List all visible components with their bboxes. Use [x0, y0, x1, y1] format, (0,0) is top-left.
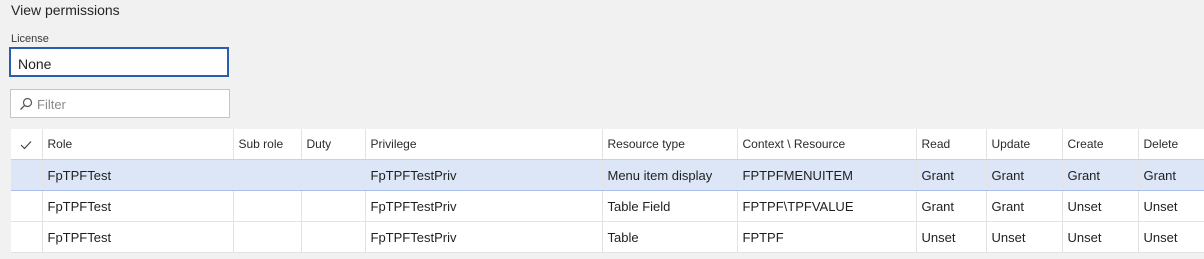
cell-delete: Unset: [1138, 190, 1204, 222]
cell-sub-role: [233, 190, 302, 222]
grid-header-row: Role Sub role Duty Privilege Resource ty…: [11, 129, 1204, 160]
page-title: View permissions: [11, 2, 120, 18]
cell-create: Grant: [1062, 159, 1139, 191]
column-header-role[interactable]: Role: [42, 129, 234, 160]
cell-delete: Grant: [1138, 159, 1204, 191]
column-header-delete[interactable]: Delete: [1138, 129, 1204, 160]
cell-context-resource: FPTPF\TPFVALUE: [737, 190, 917, 222]
cell-update: Grant: [986, 190, 1063, 222]
cell-duty: [301, 159, 366, 191]
cell-sub-role: [233, 159, 302, 191]
filter-input[interactable]: Filter: [10, 89, 230, 118]
cell-context-resource: FPTPF: [737, 221, 917, 253]
table-row[interactable]: FpTPFTest FpTPFTestPriv Menu item displa…: [11, 159, 1204, 191]
cell-resource-type: Menu item display: [602, 159, 738, 191]
checkmark-icon: [20, 140, 32, 150]
select-all-checkbox[interactable]: [11, 129, 43, 160]
filter-placeholder: Filter: [37, 97, 66, 112]
cell-create: Unset: [1062, 190, 1139, 222]
cell-create: Unset: [1062, 221, 1139, 253]
cell-update: Grant: [986, 159, 1063, 191]
column-header-read[interactable]: Read: [916, 129, 987, 160]
cell-role: FpTPFTest: [42, 221, 234, 253]
cell-privilege: FpTPFTestPriv: [365, 221, 603, 253]
column-header-resource-type[interactable]: Resource type: [602, 129, 738, 160]
cell-read: Grant: [916, 159, 987, 191]
cell-sub-role: [233, 221, 302, 253]
cell-privilege: FpTPFTestPriv: [365, 159, 603, 191]
cell-duty: [301, 221, 366, 253]
row-select-cell[interactable]: [11, 159, 43, 191]
license-field[interactable]: None: [9, 47, 229, 77]
cell-read: Unset: [916, 221, 987, 253]
column-header-update[interactable]: Update: [986, 129, 1063, 160]
column-header-sub-role[interactable]: Sub role: [233, 129, 302, 160]
column-header-context-resource[interactable]: Context \ Resource: [737, 129, 917, 160]
cell-role: FpTPFTest: [42, 159, 234, 191]
cell-role: FpTPFTest: [42, 190, 234, 222]
search-icon: [20, 97, 33, 110]
cell-delete: Unset: [1138, 221, 1204, 253]
permissions-grid: Role Sub role Duty Privilege Resource ty…: [11, 129, 1204, 253]
cell-resource-type: Table: [602, 221, 738, 253]
cell-update: Unset: [986, 221, 1063, 253]
table-row[interactable]: FpTPFTest FpTPFTestPriv Table Field FPTP…: [11, 190, 1204, 222]
license-label: License: [11, 33, 49, 45]
cell-read: Grant: [916, 190, 987, 222]
column-header-duty[interactable]: Duty: [301, 129, 366, 160]
cell-privilege: FpTPFTestPriv: [365, 190, 603, 222]
cell-resource-type: Table Field: [602, 190, 738, 222]
view-permissions-page: View permissions License None Filter Rol…: [0, 0, 1204, 259]
cell-context-resource: FPTPFMENUITEM: [737, 159, 917, 191]
row-select-cell[interactable]: [11, 190, 43, 222]
column-header-privilege[interactable]: Privilege: [365, 129, 603, 160]
cell-duty: [301, 190, 366, 222]
row-select-cell[interactable]: [11, 221, 43, 253]
table-row[interactable]: FpTPFTest FpTPFTestPriv Table FPTPF Unse…: [11, 221, 1204, 253]
column-header-create[interactable]: Create: [1062, 129, 1139, 160]
